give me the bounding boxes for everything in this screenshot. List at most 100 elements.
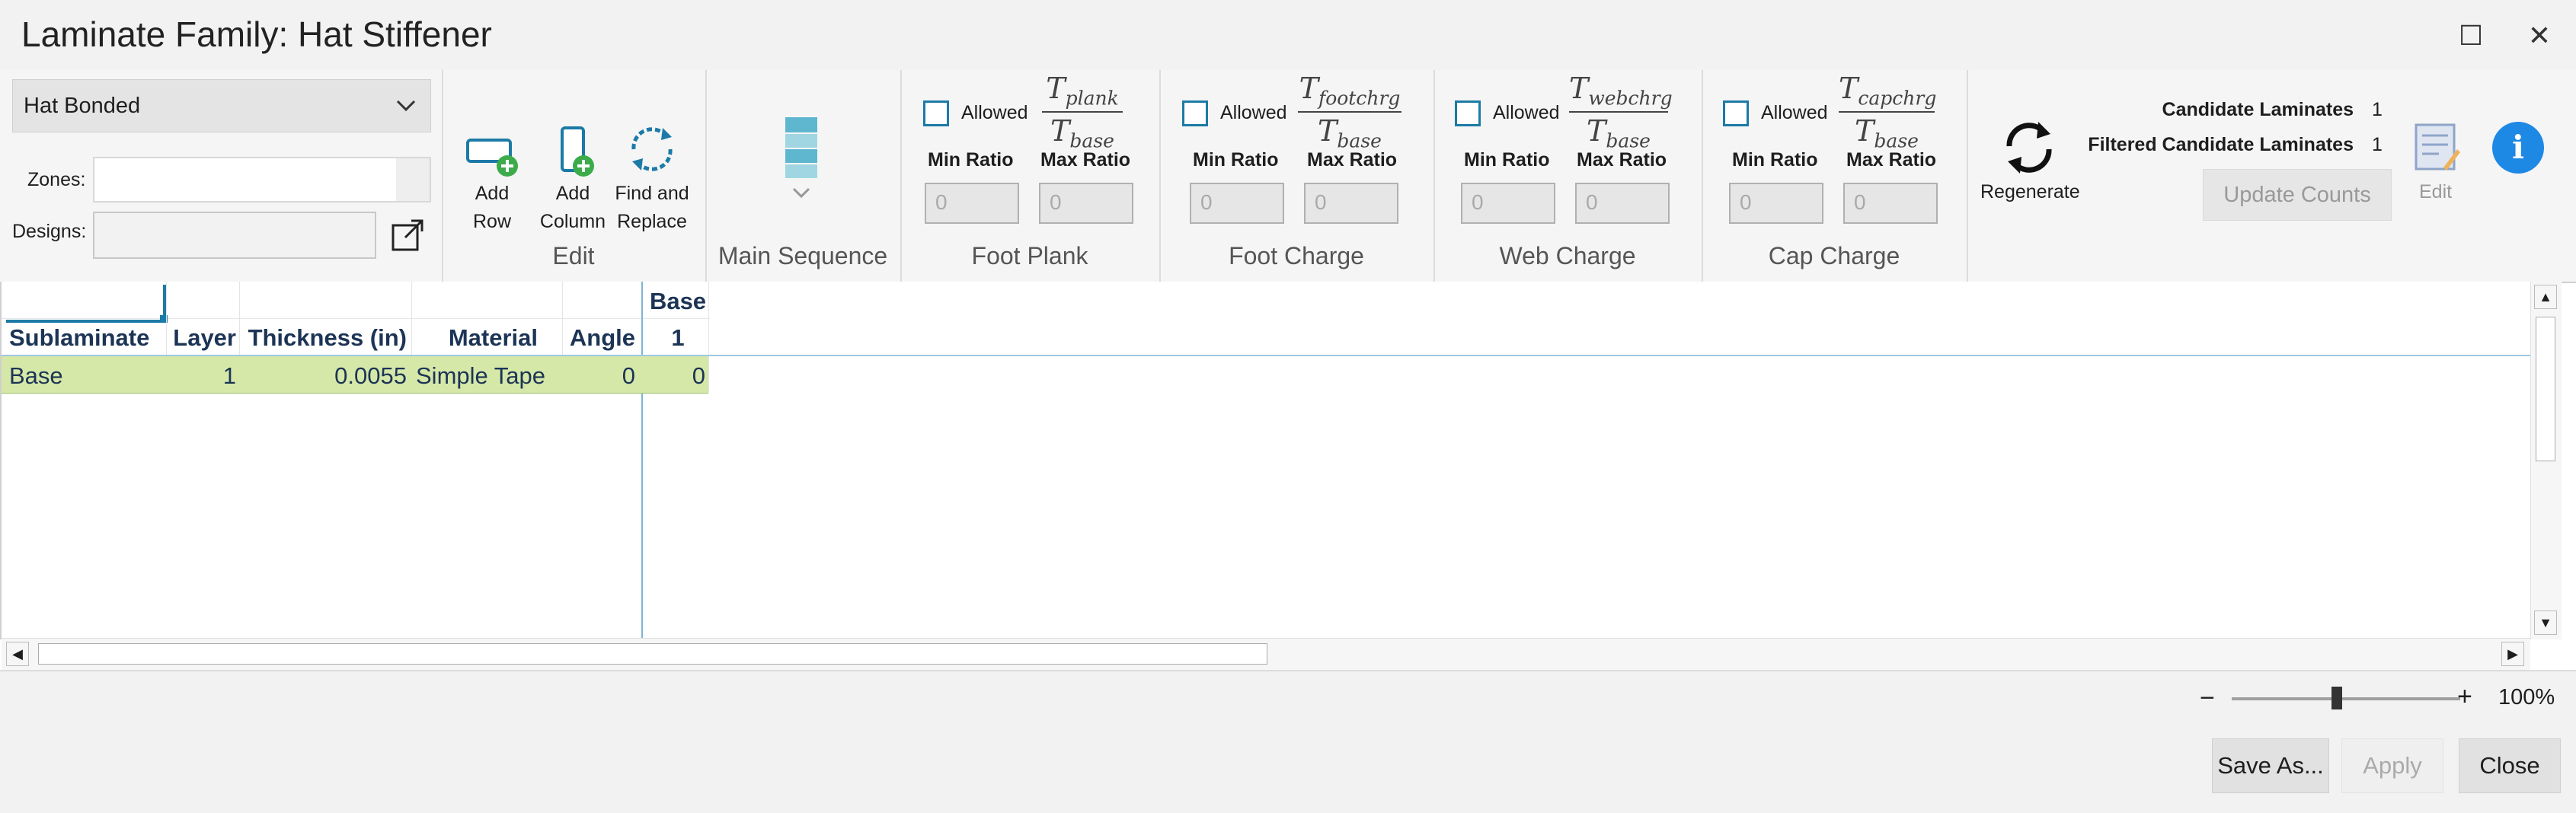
foot-plank-max-label: Max Ratio xyxy=(1040,149,1131,171)
find-replace-icon xyxy=(631,127,673,171)
web-charge-numerator: T xyxy=(1569,72,1589,105)
designs-label: Designs: xyxy=(12,221,87,242)
add-row-label-line2: Row xyxy=(472,211,511,232)
col-header-layer[interactable]: Layer xyxy=(169,324,236,352)
family-type-dropdown[interactable]: Hat Bonded xyxy=(12,79,431,132)
laminate-grid: Base Sublaminate Layer Thickness (in) Ma… xyxy=(0,282,2562,671)
find-replace-label-line2: Replace xyxy=(617,211,687,232)
edit-notes-button[interactable] xyxy=(2413,122,2460,179)
web-charge-group-label: Web Charge xyxy=(1499,242,1636,269)
zones-field-button[interactable] xyxy=(396,158,430,201)
foot-charge-min-label: Min Ratio xyxy=(1193,149,1279,171)
web-charge-max-label: Max Ratio xyxy=(1577,149,1667,171)
add-row-icon xyxy=(466,139,518,177)
edit-notes-icon xyxy=(2415,123,2460,171)
cap-charge-allowed-checkbox[interactable] xyxy=(1723,100,1749,126)
foot-charge-numerator: T xyxy=(1299,72,1318,105)
find-replace-label: Find and Replace xyxy=(606,180,698,236)
horizontal-scrollbar[interactable]: ◀ ▶ xyxy=(2,638,2530,671)
cap-charge-min-input[interactable]: 0 xyxy=(1729,183,1823,224)
cell-sublaminate[interactable]: Base xyxy=(9,362,63,390)
filtered-candidate-laminates-value: 1 xyxy=(2372,134,2383,155)
foot-plank-max-input[interactable]: 0 xyxy=(1039,183,1133,224)
web-charge-max-input[interactable]: 0 xyxy=(1575,183,1670,224)
add-column-label-line1: Add xyxy=(555,183,590,204)
foot-plank-allowed-checkbox[interactable] xyxy=(923,100,949,126)
cap-charge-min-label: Min Ratio xyxy=(1732,149,1818,171)
find-replace-button[interactable] xyxy=(622,122,682,179)
zones-field[interactable] xyxy=(93,157,431,202)
foot-plank-numerator-sub: plank xyxy=(1065,87,1119,110)
foot-charge-group-label: Foot Charge xyxy=(1229,242,1364,269)
scroll-left-icon[interactable]: ◀ xyxy=(6,642,29,666)
cell-layer[interactable]: 1 xyxy=(169,362,236,390)
designs-field[interactable] xyxy=(93,212,376,259)
cap-charge-denominator-sub: base xyxy=(1874,129,1919,152)
regenerate-label: Regenerate xyxy=(1980,181,2080,202)
web-charge-allowed-checkbox[interactable] xyxy=(1455,100,1481,126)
apply-button[interactable]: Apply xyxy=(2341,738,2443,793)
close-icon: ✕ xyxy=(2527,20,2552,51)
foot-plank-numerator: T xyxy=(1046,72,1066,105)
cap-charge-allowed-label: Allowed xyxy=(1761,102,1828,123)
main-sequence-button[interactable] xyxy=(783,116,821,211)
cell-material[interactable]: Simple Tape xyxy=(416,362,545,390)
scroll-up-icon[interactable]: ▲ xyxy=(2534,285,2557,309)
foot-charge-ratio-formula: Tfootchrg Tbase xyxy=(1298,72,1401,151)
zones-label: Zones: xyxy=(27,169,86,190)
add-column-icon xyxy=(561,126,594,177)
foot-plank-allowed-label: Allowed xyxy=(961,102,1028,123)
chevron-down-icon xyxy=(396,100,416,112)
close-window-button[interactable]: ✕ xyxy=(2517,17,2562,55)
cap-charge-numerator: T xyxy=(1839,72,1858,105)
foot-charge-max-input[interactable]: 0 xyxy=(1304,183,1398,224)
foot-plank-min-input[interactable]: 0 xyxy=(925,183,1019,224)
vertical-scrollbar[interactable]: ▲ ▼ xyxy=(2530,282,2562,639)
col-header-sublaminate[interactable]: Sublaminate xyxy=(9,324,149,352)
add-column-button[interactable] xyxy=(542,123,603,185)
zoom-slider-thumb[interactable] xyxy=(2332,687,2342,709)
foot-plank-min-label: Min Ratio xyxy=(928,149,1014,171)
edit-group-label: Edit xyxy=(552,242,595,269)
info-icon: i xyxy=(2512,129,2524,166)
cap-charge-max-input[interactable]: 0 xyxy=(1843,183,1938,224)
foot-charge-denominator-sub: base xyxy=(1337,129,1382,152)
edit-notes-label: Edit xyxy=(2419,181,2453,202)
col-header-material[interactable]: Material xyxy=(416,324,538,352)
foot-charge-min-input[interactable]: 0 xyxy=(1190,183,1284,224)
cell-angle[interactable]: 0 xyxy=(565,362,635,390)
info-button[interactable]: i xyxy=(2492,122,2544,174)
zoom-slider[interactable] xyxy=(2232,687,2460,709)
scroll-down-icon[interactable]: ▼ xyxy=(2534,611,2557,635)
maximize-button[interactable]: ☐ xyxy=(2448,17,2494,55)
foot-plank-group-label: Foot Plank xyxy=(971,242,1088,269)
family-type-value: Hat Bonded xyxy=(24,94,141,118)
web-charge-min-label: Min Ratio xyxy=(1464,149,1550,171)
vertical-scroll-thumb[interactable] xyxy=(2536,317,2555,461)
maximize-icon: ☐ xyxy=(2458,20,2484,51)
cell-thickness[interactable]: 0.0055 xyxy=(245,362,407,390)
scroll-right-icon[interactable]: ▶ xyxy=(2501,642,2524,666)
foot-charge-numerator-sub: footchrg xyxy=(1318,87,1401,110)
zoom-in-button[interactable]: + xyxy=(2457,682,2472,712)
external-link-icon[interactable] xyxy=(390,219,427,253)
col-header-base-1[interactable]: 1 xyxy=(647,324,708,352)
close-button[interactable]: Close xyxy=(2459,738,2561,793)
zoom-out-button[interactable]: − xyxy=(2200,684,2215,713)
footer xyxy=(0,670,2576,813)
web-charge-ratio-formula: Twebchrg Tbase xyxy=(1569,72,1673,151)
cell-base-1[interactable]: 0 xyxy=(647,362,705,390)
update-counts-button[interactable]: Update Counts xyxy=(2203,169,2392,221)
add-row-label: Add Row xyxy=(462,180,523,236)
save-as-button[interactable]: Save As... xyxy=(2212,738,2329,793)
horizontal-scroll-thumb[interactable] xyxy=(38,643,1267,665)
cap-charge-group-label: Cap Charge xyxy=(1768,242,1900,269)
cap-charge-numerator-sub: capchrg xyxy=(1858,87,1937,110)
table-row[interactable]: Base 1 0.0055 Simple Tape 0 0 xyxy=(2,356,708,394)
web-charge-min-input[interactable]: 0 xyxy=(1461,183,1555,224)
col-header-thickness[interactable]: Thickness (in) xyxy=(245,324,407,352)
foot-charge-allowed-checkbox[interactable] xyxy=(1182,100,1208,126)
add-row-button[interactable] xyxy=(462,129,523,187)
foot-charge-allowed-label: Allowed xyxy=(1220,102,1287,123)
col-header-angle[interactable]: Angle xyxy=(565,324,635,352)
